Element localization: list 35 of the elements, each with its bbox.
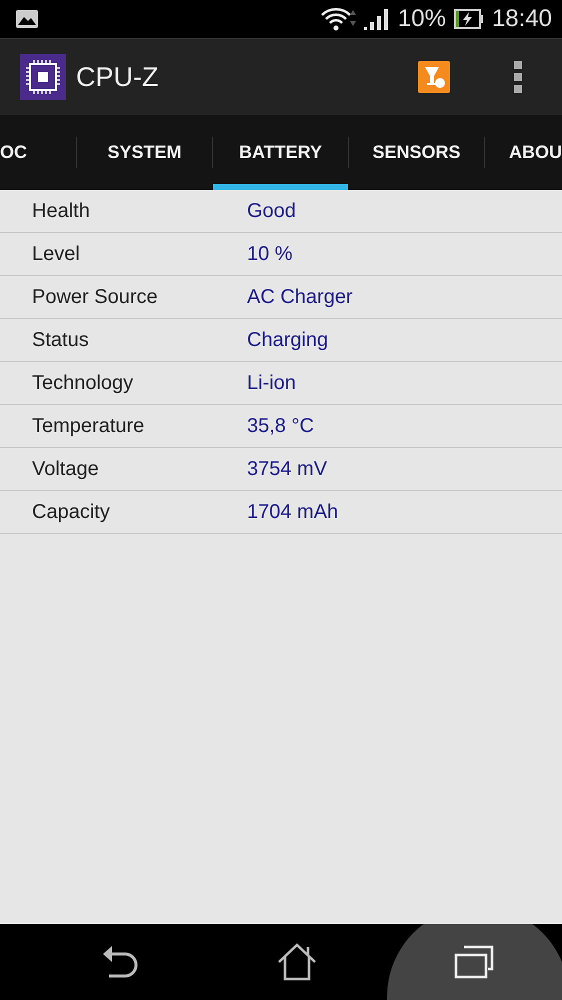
app-title: CPU-Z xyxy=(76,62,158,92)
battery-percent: 10% xyxy=(398,5,446,33)
clock: 18:40 xyxy=(492,5,552,33)
property-label: Temperature xyxy=(31,414,146,438)
property-label: Capacity xyxy=(31,500,111,524)
signal-icon xyxy=(364,7,390,31)
property-label: Status xyxy=(31,328,90,352)
tab[interactable]: ABOU xyxy=(485,115,562,190)
cpu-logo-icon xyxy=(20,54,66,100)
property-value: 35,8 °C xyxy=(247,414,314,438)
tab[interactable]: SYSTEM xyxy=(77,115,212,190)
battery-charging-icon xyxy=(454,9,484,29)
property-value: Li-ion xyxy=(247,372,296,394)
property-value: 3754 mV xyxy=(247,458,328,480)
recent-apps-button[interactable] xyxy=(385,924,562,1000)
property-label: Level xyxy=(31,242,81,266)
property-value: 1704 mAh xyxy=(247,500,338,524)
tab[interactable]: OC xyxy=(0,115,76,190)
property-value: Good xyxy=(247,200,296,222)
tab[interactable]: BATTERY xyxy=(213,115,348,190)
back-icon xyxy=(101,945,140,979)
property-label: Voltage xyxy=(31,458,100,480)
overflow-menu-icon[interactable] xyxy=(514,61,522,93)
property-value: 10 % xyxy=(247,242,293,266)
property-label: Power Source xyxy=(31,286,159,308)
tab[interactable]: SENSORS xyxy=(349,115,484,190)
property-value: AC Charger xyxy=(247,286,353,308)
property-label: Health xyxy=(31,200,91,222)
recent-apps-icon xyxy=(454,945,494,979)
property-label: Technology xyxy=(31,372,134,394)
wifi-icon xyxy=(320,7,356,31)
property-value: Charging xyxy=(247,328,328,352)
trophy-icon[interactable] xyxy=(418,61,450,93)
home-icon xyxy=(277,943,317,981)
picture-notification-icon xyxy=(16,10,38,28)
